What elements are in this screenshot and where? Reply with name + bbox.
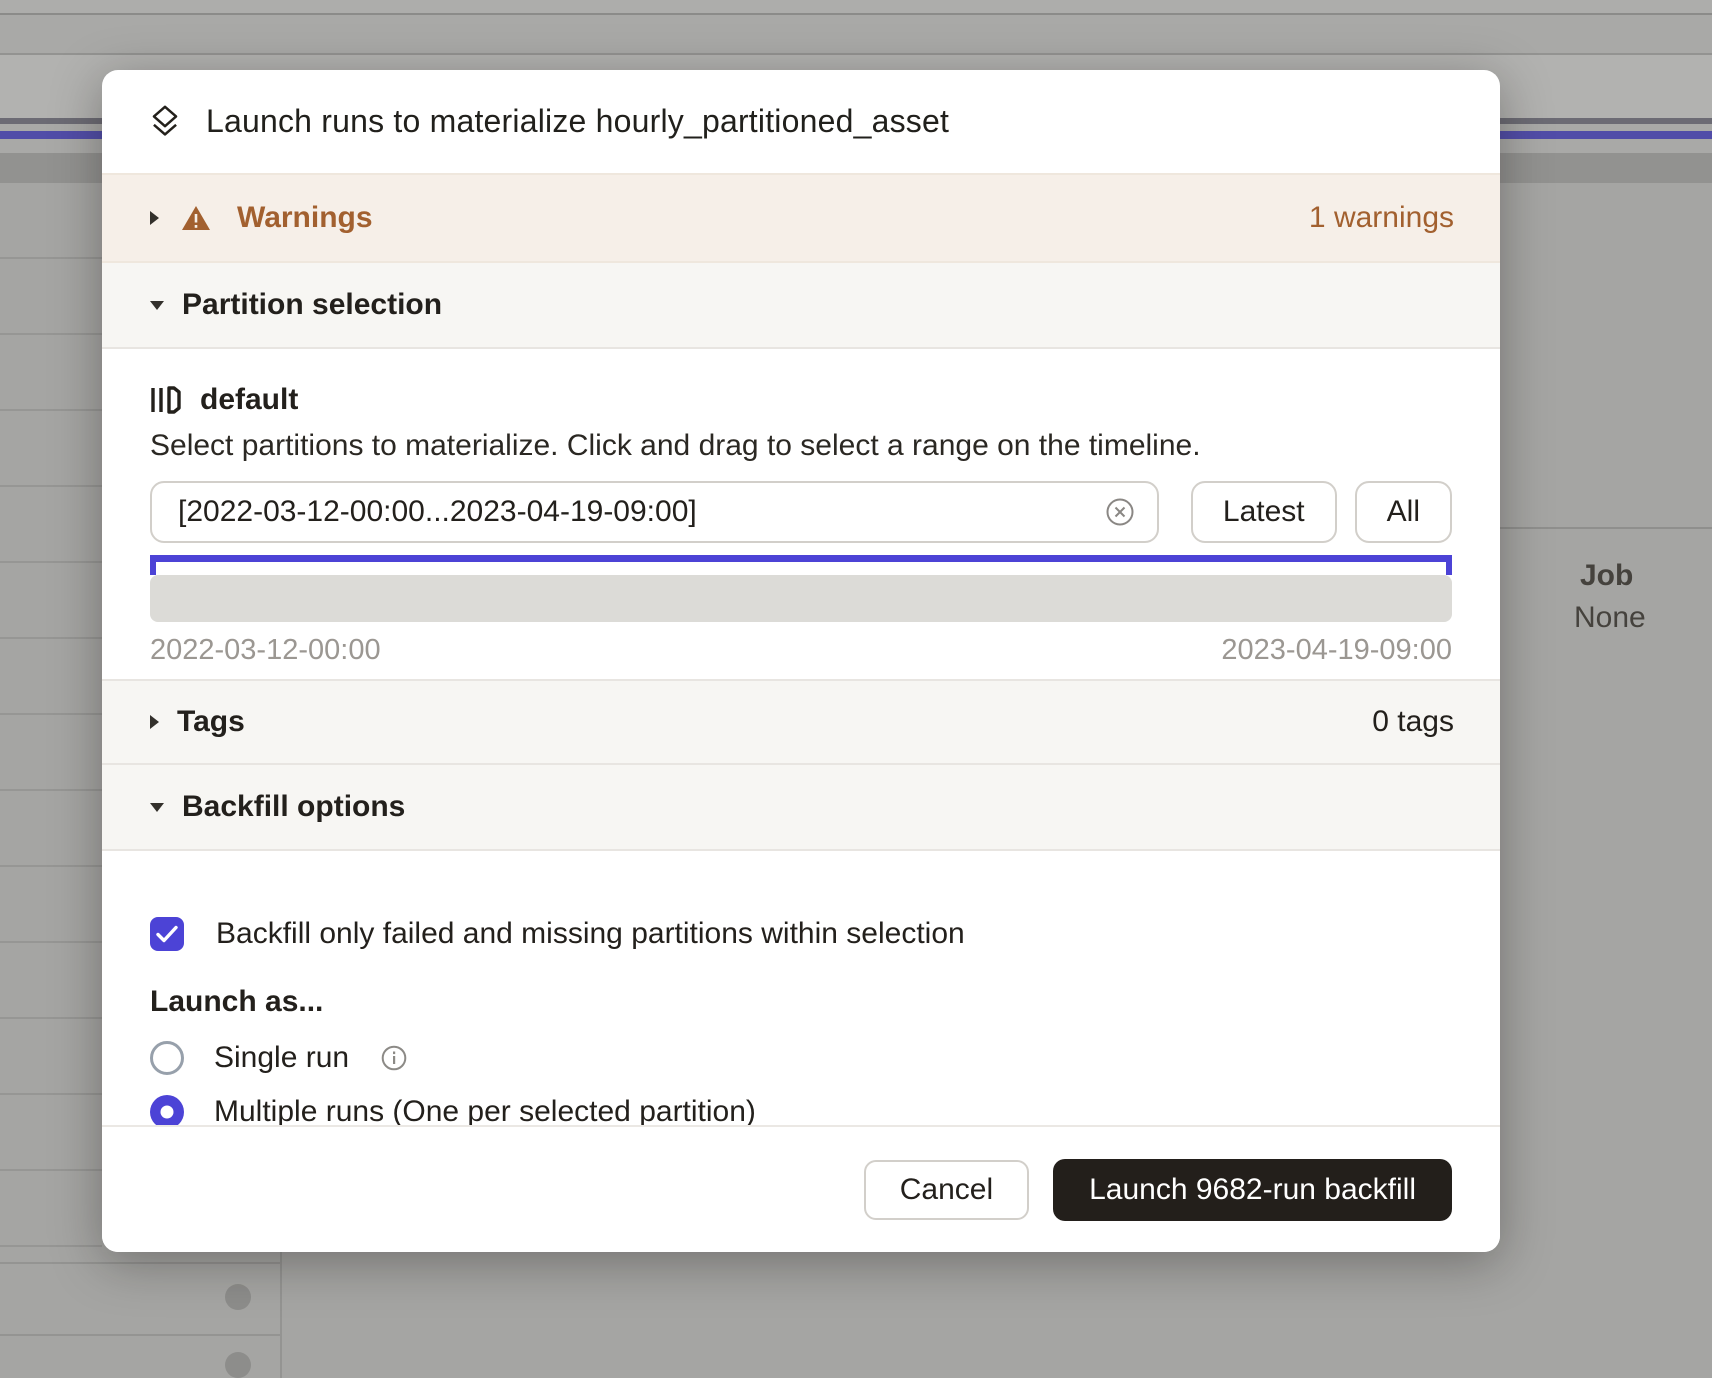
backfill-options-title: Backfill options [182,790,405,824]
status-dot [225,1352,251,1378]
launch-backfill-button[interactable]: Launch 9682-run backfill [1053,1159,1452,1221]
dialog-footer: Cancel Launch 9682-run backfill [102,1125,1500,1252]
range-start-tick [150,555,156,575]
range-end-tick [1446,555,1452,575]
chevron-right-icon [148,209,161,227]
partition-selection-body: default Select partitions to materialize… [102,349,1500,679]
partition-help-text: Select partitions to materialize. Click … [150,429,1452,463]
backfill-options-section-header[interactable]: Backfill options [102,765,1500,851]
warnings-count: 1 warnings [1309,201,1454,235]
materialize-layers-icon [148,104,182,140]
chevron-down-icon [148,801,166,814]
warning-triangle-icon [181,205,211,232]
backfill-only-failed-row[interactable]: Backfill only failed and missing partiti… [150,917,1452,951]
partition-range-input[interactable]: [2022-03-12-00:00...2023-04-19-09:00] [150,481,1159,543]
backdrop-job-column-header: Job [1580,559,1633,593]
tags-title: Tags [177,705,245,739]
backdrop-top-band [0,0,1712,13]
backdrop-row-divider [1500,527,1712,529]
backdrop-row-divider [0,1334,280,1336]
backdrop-toolbar-band [0,15,1712,53]
backdrop-table-rows-right: Job None [1500,183,1712,1252]
tags-section-header[interactable]: Tags 0 tags [102,679,1500,765]
dimension-row: default [150,379,1452,421]
partition-timeline-bar[interactable] [150,575,1452,622]
partition-controls-row: [2022-03-12-00:00...2023-04-19-09:00] La… [150,481,1452,543]
launch-backfill-dialog: Launch runs to materialize hourly_partit… [102,70,1500,1252]
single-run-option[interactable]: Single run [150,1041,1452,1075]
range-line [150,555,1452,562]
latest-button[interactable]: Latest [1191,481,1337,543]
clear-input-icon[interactable] [1105,497,1135,527]
radio-unselected-icon[interactable] [150,1041,184,1075]
dialog-title: Launch runs to materialize hourly_partit… [206,103,949,140]
backdrop-table-bottom [0,1252,1712,1378]
warnings-section-header[interactable]: Warnings 1 warnings [102,173,1500,263]
timeline-end-label: 2023-04-19-09:00 [1221,634,1452,667]
info-icon[interactable] [381,1045,407,1071]
partition-selection-title: Partition selection [182,288,442,322]
status-dot [225,1284,251,1310]
backfill-options-body: Backfill only failed and missing partiti… [102,851,1500,1129]
tags-count: 0 tags [1372,705,1454,739]
all-button[interactable]: All [1355,481,1452,543]
cancel-button[interactable]: Cancel [864,1160,1029,1220]
chevron-down-icon [148,299,166,312]
partition-selection-section-header[interactable]: Partition selection [102,263,1500,349]
backfill-only-failed-label: Backfill only failed and missing partiti… [216,917,965,951]
radio-selected-icon[interactable] [150,1095,184,1129]
backdrop-column-divider [280,1252,282,1378]
partition-selection-range-line[interactable] [150,555,1452,575]
multiple-runs-option[interactable]: Multiple runs (One per selected partitio… [150,1095,1452,1129]
multiple-runs-label: Multiple runs (One per selected partitio… [214,1095,756,1129]
checkbox-checked-icon[interactable] [150,917,184,951]
backdrop-table-rows-left [0,183,102,1252]
single-run-label: Single run [214,1041,349,1075]
partition-range-value: [2022-03-12-00:00...2023-04-19-09:00] [178,495,1105,529]
backdrop-row-divider [0,1262,280,1264]
dialog-title-row: Launch runs to materialize hourly_partit… [102,70,1500,173]
launch-as-label: Launch as... [150,985,1452,1019]
dimension-name: default [200,383,298,417]
backdrop-job-column-value: None [1574,601,1646,635]
chevron-right-icon [148,713,161,731]
timeline-start-label: 2022-03-12-00:00 [150,634,381,667]
timeline-date-labels: 2022-03-12-00:00 2023-04-19-09:00 [150,634,1452,667]
warnings-label: Warnings [237,201,373,235]
partition-set-icon [150,385,182,415]
